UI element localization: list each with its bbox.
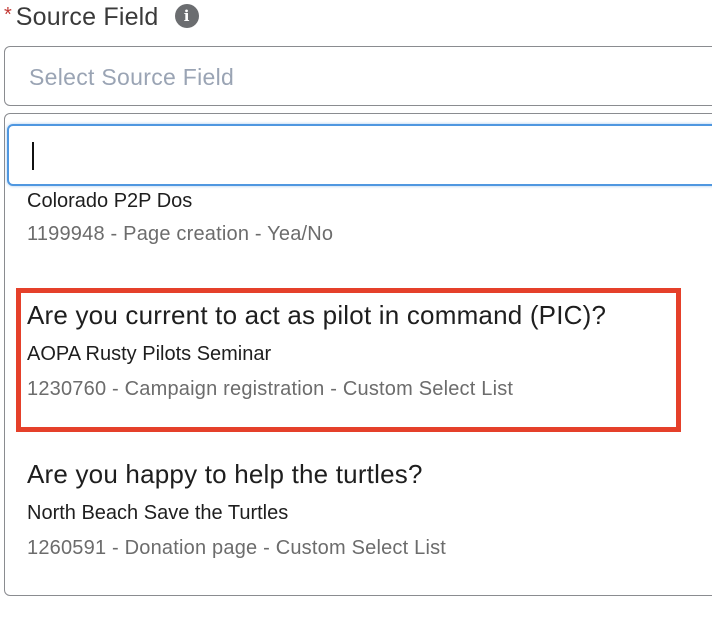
option-title: Are you happy to help the turtles? xyxy=(27,459,423,489)
info-icon[interactable]: i xyxy=(174,4,199,28)
dropdown-search-input[interactable] xyxy=(7,124,712,186)
required-indicator: * xyxy=(4,5,12,25)
select-placeholder: Select Source Field xyxy=(29,64,235,90)
list-item[interactable]: Colorado P2P Dos 1199948 - Page creation… xyxy=(27,190,333,246)
option-meta: 1199948 - Page creation - Yea/No xyxy=(27,223,334,245)
text-cursor xyxy=(32,142,34,170)
option-campaign: North Beach Save the Turtles xyxy=(27,502,289,524)
list-item-highlighted[interactable]: Are you current to act as pilot in comma… xyxy=(27,300,606,401)
source-field-form: * Source Field i Select Source Field Col… xyxy=(0,0,712,618)
option-meta: 1230760 - Campaign registration - Custom… xyxy=(27,378,514,400)
field-label-row: * Source Field i xyxy=(4,0,199,34)
required-asterisk: * xyxy=(4,4,12,26)
option-meta: 1260591 - Donation page - Custom Select … xyxy=(27,537,447,559)
option-campaign: AOPA Rusty Pilots Seminar xyxy=(27,343,272,365)
option-title: Are you current to act as pilot in comma… xyxy=(27,300,607,330)
dropdown-panel: Colorado P2P Dos 1199948 - Page creation… xyxy=(4,113,712,596)
source-field-select[interactable]: Select Source Field xyxy=(4,46,712,106)
list-item[interactable]: Are you happy to help the turtles? North… xyxy=(27,459,446,560)
option-campaign: Colorado P2P Dos xyxy=(27,190,193,212)
field-label: Source Field xyxy=(15,2,159,31)
